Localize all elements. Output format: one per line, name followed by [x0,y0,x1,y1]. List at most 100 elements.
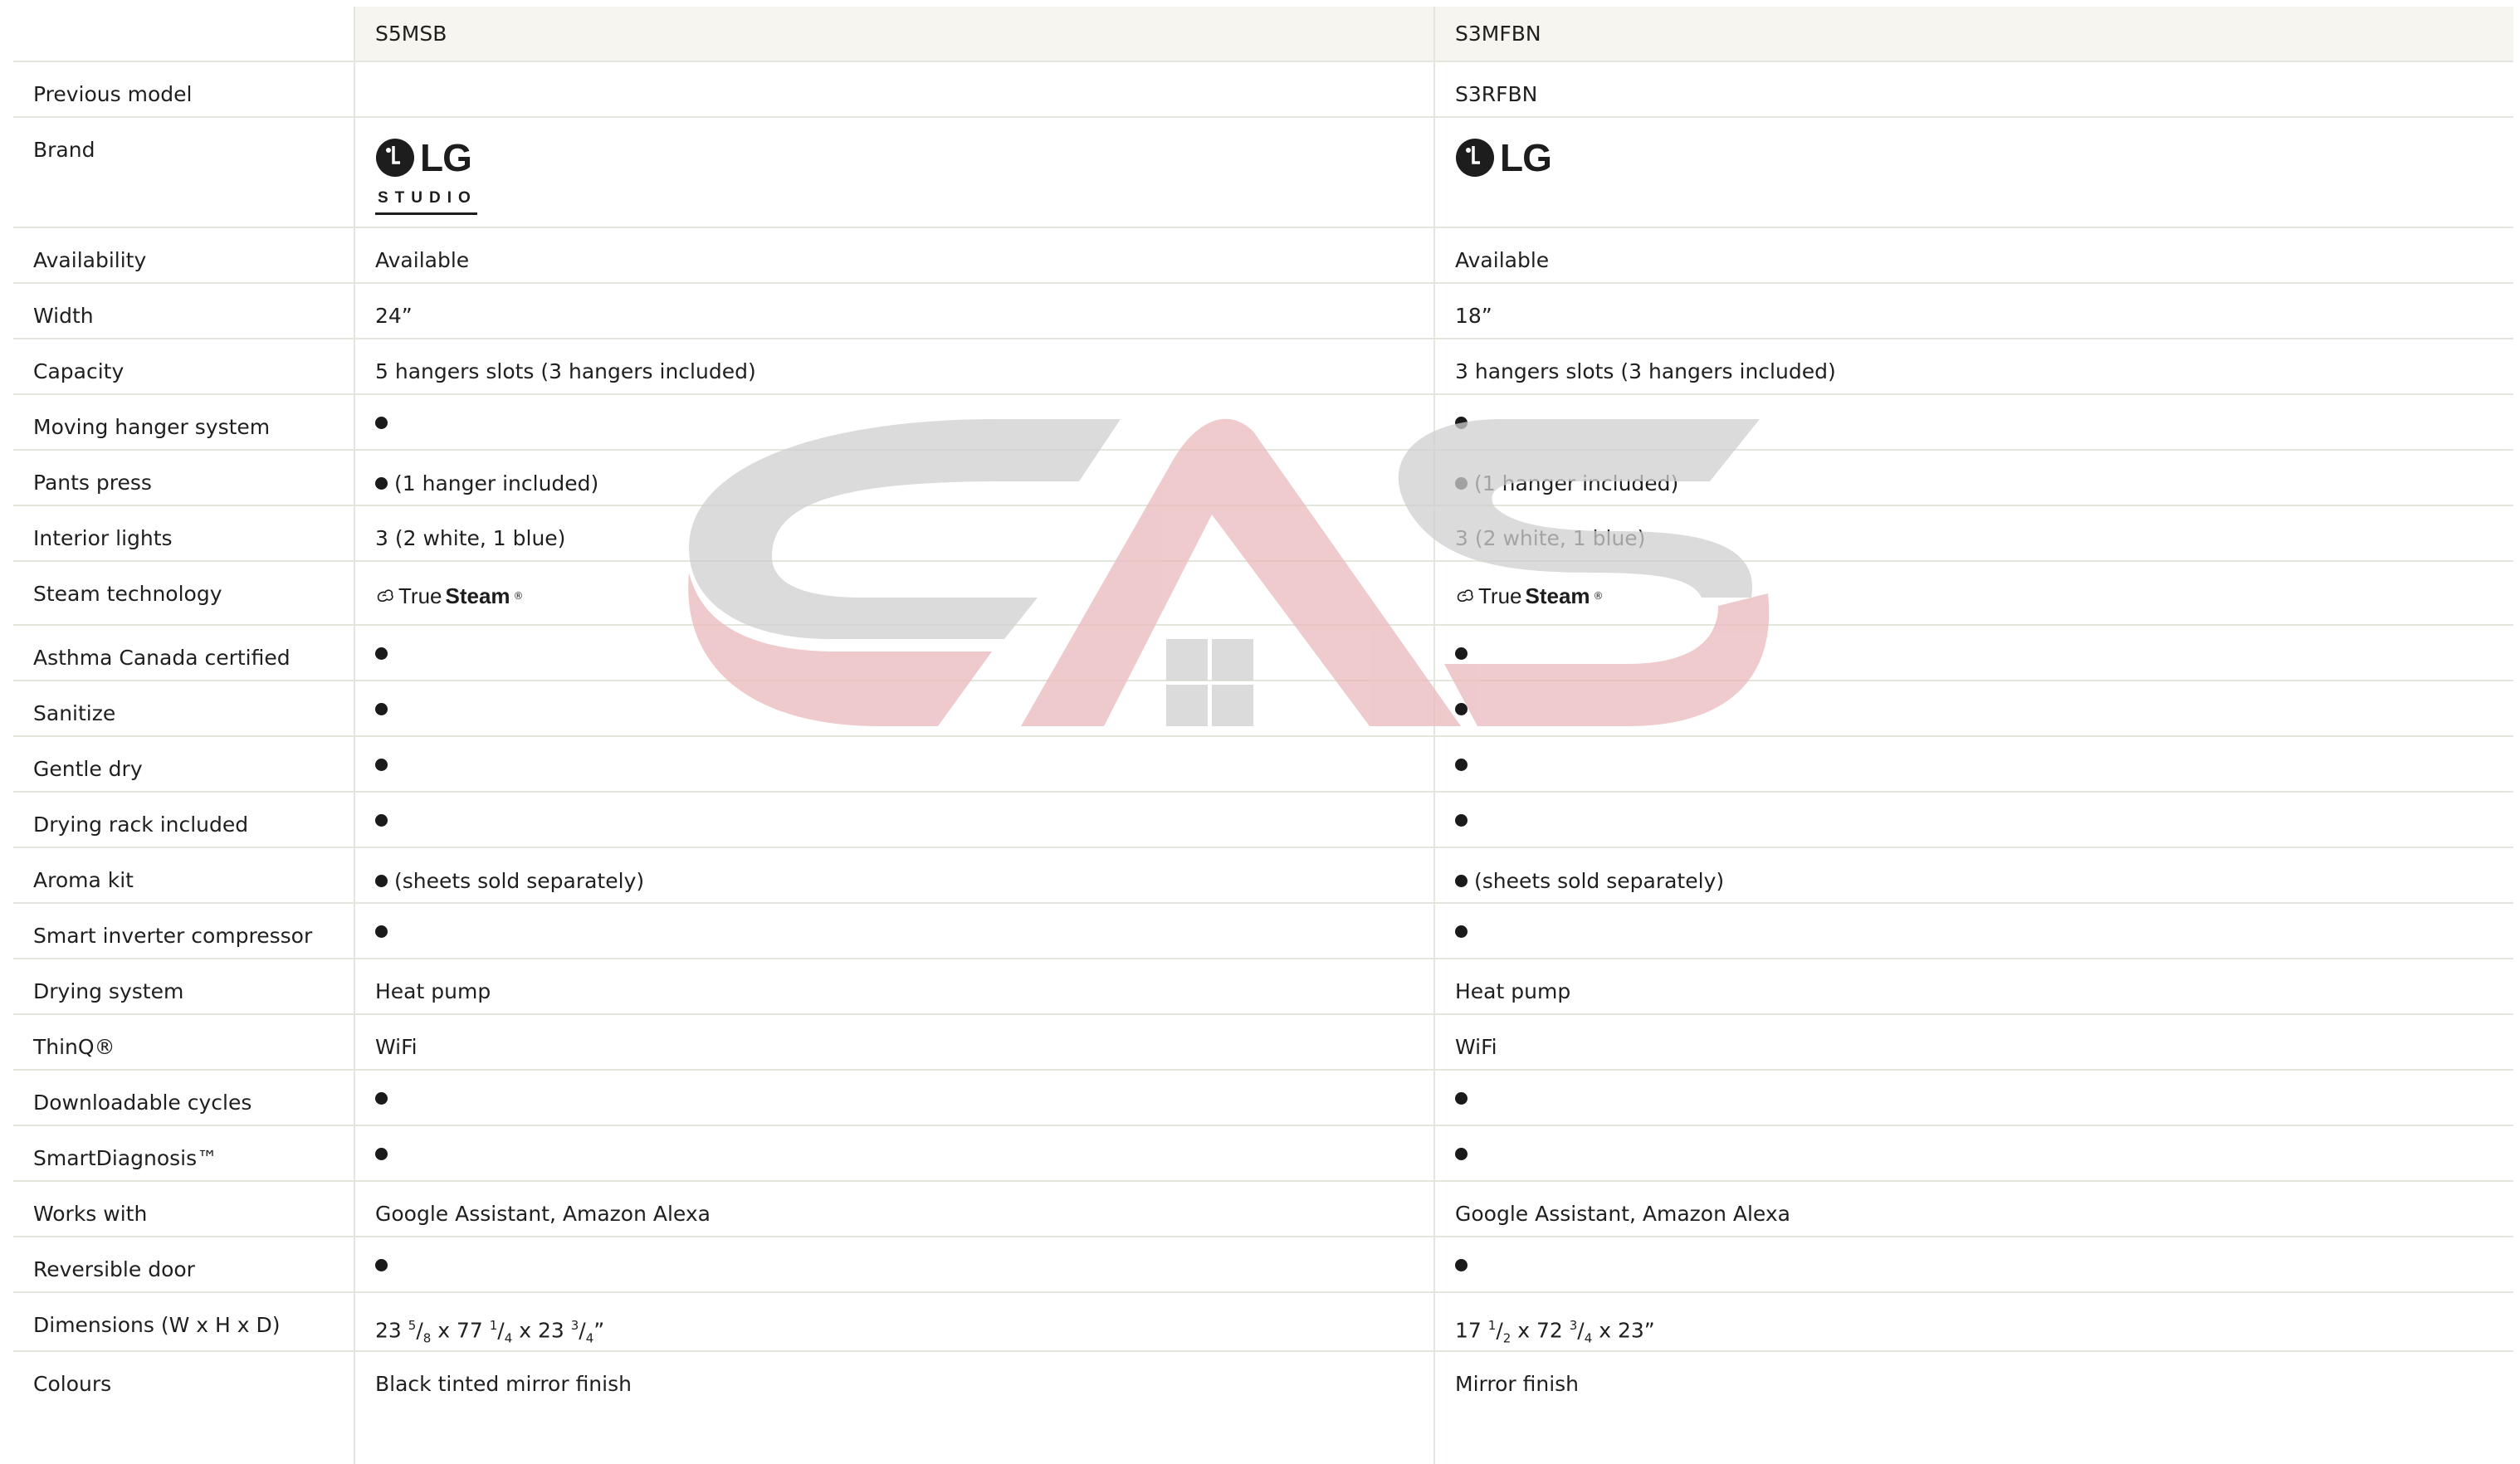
table-row: Availability Available Available [13,227,2513,284]
row-label: ThinQ® [13,1014,354,1071]
table-row: Previous model S3RFBN [13,61,2513,118]
row-value-2: ● [1433,903,2513,959]
lg-logo-icon [376,139,414,177]
header-row: S5MSB S3MFBN [13,7,2513,62]
steam-icon [1457,589,1473,603]
row-label: Reversible door [13,1237,354,1293]
bullet-dot: ● [1455,1147,1468,1160]
row-value-2: ● [1433,394,2513,451]
row-label: Aroma kit [13,847,354,904]
truesteam-word-true: True [398,583,442,608]
table-row: Smart inverter compressor ● ● [13,903,2513,959]
table-row: Asthma Canada certified ● ● [13,625,2513,681]
row-label: Dimensions (W x H x D) [13,1292,354,1353]
table-row: Works with Google Assistant, Amazon Alex… [13,1181,2513,1237]
row-value-2: 3 hangers slots (3 hangers included) [1433,339,2513,395]
table-row: Capacity 5 hangers slots (3 hangers incl… [13,339,2513,395]
bullet-dot: ● [375,758,388,771]
bullet-dot: ● [375,925,388,938]
bullet-dot [1455,875,1468,887]
row-value-2: ● [1433,1070,2513,1126]
table-row: Width 24” 18” [13,283,2513,339]
row-value-2: Heat pump [1433,959,2513,1015]
bullet-dot: ● [375,1258,388,1271]
row-value-2: Mirror finish [1433,1351,2513,1464]
bullet-dot: ● [375,702,388,715]
row-value-2: ● [1433,736,2513,793]
row-value-2: ● [1433,625,2513,681]
row-value-1: 5 hangers slots (3 hangers included) [354,339,1434,395]
table-row: Moving hanger system ● ● [13,394,2513,451]
bullet-dot: ● [1455,925,1468,938]
row-label: Pants press [13,450,354,506]
registered-mark: ® [513,590,524,602]
row-value-text: (1 hanger included) [1474,471,1679,495]
bullet-dot: ● [1455,1091,1468,1105]
row-value-1: ● [354,903,1434,959]
row-value-2: (sheets sold separately) [1433,847,2513,904]
steam-icon [377,589,393,603]
row-label: Sanitize [13,681,354,737]
header-blank-cell [13,7,354,62]
row-value-2: Google Assistant, Amazon Alexa [1433,1181,2513,1237]
row-value-2: ● [1433,1125,2513,1182]
row-value-2: ● [1433,681,2513,737]
row-label: Downloadable cycles [13,1070,354,1126]
row-value-1: Google Assistant, Amazon Alexa [354,1181,1434,1237]
brand-value-2: LG [1433,117,2513,228]
row-label: Capacity [13,339,354,395]
row-value-1: ● [354,792,1434,848]
row-value-1: 3 (2 white, 1 blue) [354,505,1434,562]
row-value-1: Available [354,227,1434,284]
brand-value-1: LG STUDIO [354,117,1434,228]
row-value-1: ● [354,625,1434,681]
row-label: Moving hanger system [13,394,354,451]
row-label: Drying rack included [13,792,354,848]
lg-studio-logo: LG STUDIO [375,138,477,215]
bullet-dot: ● [1455,702,1468,715]
row-value-1: (sheets sold separately) [354,847,1434,904]
bullet-dot [1455,477,1468,490]
row-label: Drying system [13,959,354,1015]
table-row: Colours Black tinted mirror finish Mirro… [13,1351,2513,1464]
row-label: Brand [13,117,354,228]
row-value-1: ● [354,1070,1434,1126]
row-label: Previous model [13,61,354,118]
model-2-header: S3MFBN [1433,7,2513,62]
table-row: Pants press (1 hanger included) (1 hange… [13,450,2513,506]
dimensions-value-1: 23 5/8 x 77 1/4 x 23 3/4” [354,1292,1434,1353]
lg-logo-text: LG [1500,136,1552,179]
truesteam-logo-1: True Steam ® [354,561,1434,626]
table-row: Sanitize ● ● [13,681,2513,737]
table-row: SmartDiagnosis™ ● ● [13,1125,2513,1182]
lg-logo-text: LG [420,136,472,179]
bullet-dot: ● [1455,1258,1468,1271]
row-label: Steam technology [13,561,354,626]
dimensions-value-2: 17 1/2 x 72 3/4 x 23” [1433,1292,2513,1353]
comparison-table: S5MSB S3MFBN Previous model S3RFBN Brand [13,7,2513,1464]
row-value-1: ● [354,1237,1434,1293]
row-value-1 [354,61,1434,118]
table-row: Downloadable cycles ● ● [13,1070,2513,1126]
row-value-1: Heat pump [354,959,1434,1015]
row-value-1: ● [354,681,1434,737]
table-row: Drying rack included ● ● [13,792,2513,848]
bullet-dot: ● [1455,647,1468,660]
bullet-dot [375,875,388,887]
row-value-2: 3 (2 white, 1 blue) [1433,505,2513,562]
row-value-2: ● [1433,1237,2513,1293]
row-label: Width [13,283,354,339]
row-value-1: (1 hanger included) [354,450,1434,506]
row-value-1: ● [354,736,1434,793]
row-value-2: WiFi [1433,1014,2513,1071]
lg-logo: LG [1455,136,1552,179]
table-row: Reversible door ● ● [13,1237,2513,1293]
table-row: Interior lights 3 (2 white, 1 blue) 3 (2… [13,505,2513,562]
table-row: Brand LG STUDIO LG [13,117,2513,228]
row-label: Availability [13,227,354,284]
table-row: Gentle dry ● ● [13,736,2513,793]
row-value-1: WiFi [354,1014,1434,1071]
truesteam-word-steam: Steam [445,583,510,608]
model-1-header: S5MSB [354,7,1434,62]
bullet-dot: ● [375,1091,388,1105]
